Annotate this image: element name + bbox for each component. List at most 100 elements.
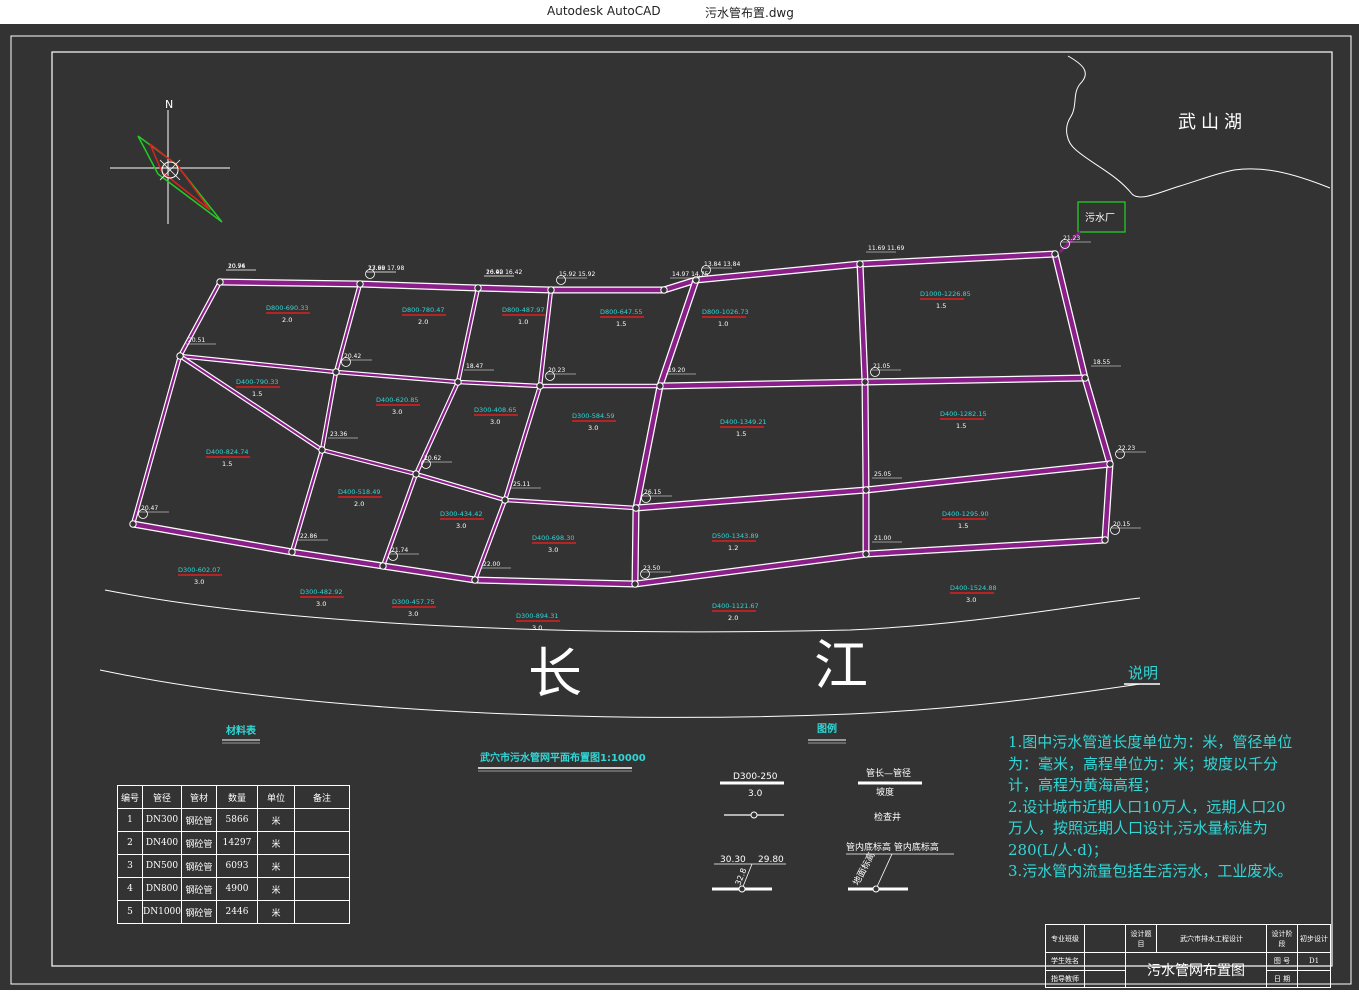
manhole [288,548,296,556]
manhole [547,286,555,294]
legend-ground-example: 32.8 [734,867,749,887]
pipe-slope-label: 3.0 [966,596,976,604]
manhole [856,260,864,268]
lake-label: 武山湖 [1178,112,1247,133]
pipe-slope-label: 3.0 [392,408,402,416]
pipe-slope-label: 1.0 [718,320,728,328]
title-block: 专业班级 设计题目 武穴市排水工程设计 设计阶段 初步设计 学生姓名 污水管网布… [1045,923,1331,989]
tb-project-value: 武穴市排水工程设计 [1156,923,1267,954]
legend-ground-desc: 地面标高 [850,850,878,887]
pipe-spec-label: D400-1282.15 [940,410,987,418]
river-bank-north [104,589,1141,633]
manhole [862,550,870,558]
pipe-slope-label: 3.0 [408,610,418,618]
manhole [632,504,640,512]
pipe-spec-label: D800-1026.73 [702,308,749,316]
manhole [1106,460,1114,468]
elevation-label: 18.47 [466,363,483,370]
pipe-spec-label: D400-1295.90 [942,510,989,518]
pipe-spec-label: D300-482.92 [300,588,343,596]
manhole [474,284,482,292]
legend-slope-desc: 坡度 [876,786,894,798]
title-bar: Autodesk AutoCAD 污水管布置.dwg [0,0,1359,24]
file-name: 污水管布置.dwg [705,6,794,20]
pipe-slope-label: 1.0 [518,318,528,326]
pipe-slope-label: 3.0 [194,578,204,586]
manhole [631,580,639,588]
manhole [1051,250,1059,258]
tb-student-label: 学生姓名 [1045,952,1085,971]
pipe-slope-label: 1.2 [728,544,738,552]
pipe-slope-label: 3.0 [532,624,542,632]
legend-elev-desc: 管内底标高 管内底标高 [846,841,939,853]
table-row: 2 DN400 钢砼管 14297 米 [117,831,350,855]
pipe-spec-label: D300-457.75 [392,598,435,606]
elevation-label: 20.15 [1113,521,1130,528]
plant-label: 污水厂 [1085,212,1115,224]
elevation-label: 25.05 [874,471,891,478]
pipe-slope-label: 1.5 [958,522,968,530]
manhole [471,576,479,584]
pipe-slope-label: 1.5 [936,302,946,310]
legend-slope-example: 3.0 [748,789,763,799]
table-row: 1 DN300 钢砼管 5866 米 [117,808,350,832]
pipe-spec-label: D400-698.30 [532,534,575,542]
pipe-spec-label: D400-620.85 [376,396,419,404]
legend-title: 图例 [817,722,837,735]
table-row: 3 DN500 钢砼管 6093 米 [117,854,350,878]
th-unit: 单位 [257,785,295,809]
elevation-label: 20.42 [344,353,361,360]
north-label: N [165,98,173,111]
pipe-spec-label: D1000-1226.85 [920,290,971,298]
elevation-label: 23.50 [643,565,660,572]
pipe-slope-label: 1.5 [252,390,262,398]
app-title: Autodesk AutoCAD [547,4,661,18]
pipe-slope-label: 2.0 [282,316,292,324]
material-table: 编号 管径 管材 数量 单位 备注 1 DN300 钢砼管 5866 米 2 DN400 钢… [117,785,350,924]
tb-stage-label: 设计阶段 [1266,923,1298,954]
plan-title: 武穴市污水管网平面布置图1:10000 [480,751,646,764]
pipe-slope-label: 2.0 [418,318,428,326]
river-label-1: 长 [528,642,582,705]
pipe-slope-label: 1.5 [736,430,746,438]
north-arrow: N [110,98,230,224]
elevation-label: 20.51 [188,337,205,344]
legend-pipe-example: D300-250 [733,772,778,782]
tb-drawing-no-label: 图 号 [1266,952,1298,971]
legend: 图例 D300-250 3.0 管长—管径 坡度 检查井 30.30 29.80… [712,722,954,893]
note-3: 3.污水管内流量包括生活污水，工业废水。 [1008,862,1293,880]
pipe-spec-label: D300-408.65 [474,406,517,414]
pipe-spec-label: D300-602.07 [178,566,221,574]
th-material: 管材 [181,785,217,809]
elevation-label: 23.69 [368,265,385,272]
pipe-slope-label: 3.0 [588,424,598,432]
legend-well-desc: 检查井 [874,811,901,823]
th-qty: 数量 [216,785,258,809]
elevation-label: 19.20 [668,367,685,374]
pipe-spec-label: D400-1349.21 [720,418,767,426]
manhole [536,382,544,390]
river-label-2: 江 [814,634,868,697]
manhole [862,486,870,494]
elevation-label: 20.94 [228,263,245,270]
material-table-header: 编号 管径 管材 数量 单位 备注 [117,785,350,809]
elevation-label: 25.11 [513,481,530,488]
elevation-label: 13.84 13.84 [704,261,740,268]
elevation-label: 21.05 [873,363,890,370]
pipe-slope-label: 1.5 [956,422,966,430]
elevation-label: 20.23 [548,367,565,374]
th-remark: 备注 [294,785,350,809]
legend-elev-left: 30.30 [720,855,746,865]
tb-project-label: 设计题目 [1125,923,1157,954]
elevation-label: 26.15 [644,489,661,496]
th-no: 编号 [117,785,143,809]
note-1: 1.图中污水管道长度单位为：米，管径单位为：毫米，高程单位为：米；坡度以千分计，… [1008,733,1293,794]
pipe-spec-label: D300-434.42 [440,510,483,518]
tb-teacher-label: 指导教师 [1045,969,1085,989]
manhole [176,352,184,360]
manhole [454,378,462,386]
main-pipe [132,521,1106,587]
drawing-canvas[interactable]: 武山湖 污水厂 N 长 江 D800-690.33 2.0 D800-780.47 2… [0,24,1359,990]
pipe-slope-label: 3.0 [490,418,500,426]
notes-title: 说明 [1128,664,1158,682]
